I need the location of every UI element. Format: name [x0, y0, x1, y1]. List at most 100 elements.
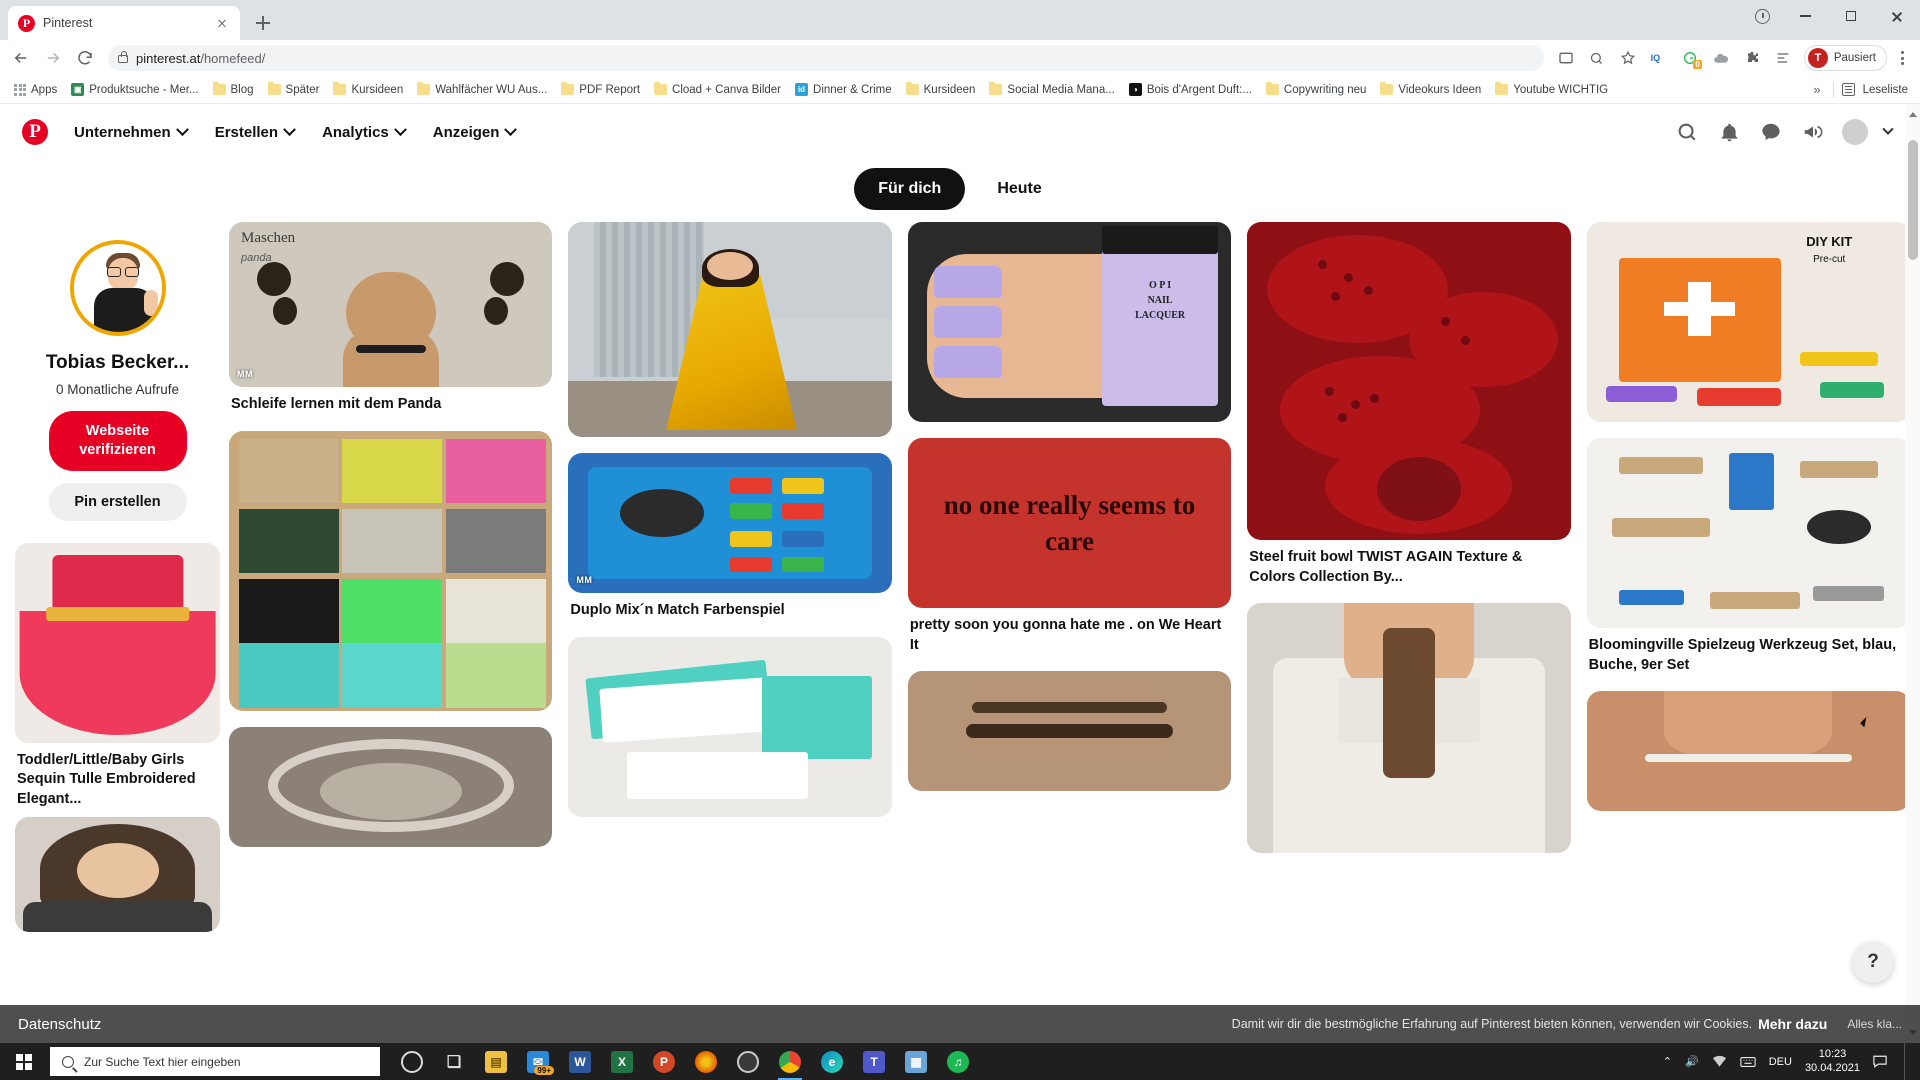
- avatar[interactable]: [1842, 119, 1868, 145]
- nav-unternehmen[interactable]: Unternehmen: [60, 116, 201, 149]
- maximize-button[interactable]: [1828, 0, 1874, 32]
- profile-chip[interactable]: T Pausiert: [1803, 45, 1887, 71]
- network-icon[interactable]: [1712, 1055, 1727, 1068]
- scrollbar-thumb[interactable]: [1908, 140, 1918, 260]
- pin-card[interactable]: [229, 430, 553, 711]
- pin-card[interactable]: MM Duplo Mix´n Match Farbenspiel: [568, 453, 892, 621]
- close-window-button[interactable]: [1874, 0, 1920, 32]
- cloud-extension-icon[interactable]: [1707, 44, 1735, 72]
- photos-icon[interactable]: ▦: [898, 1043, 934, 1080]
- pin-card[interactable]: DIY KIT Pre-cut: [1586, 222, 1911, 422]
- bookmark-item[interactable]: Blog: [207, 81, 260, 99]
- bookmark-item[interactable]: Wahlfächer WU Aus...: [411, 81, 553, 99]
- bookmark-item[interactable]: Copywriting neu: [1260, 81, 1372, 99]
- back-button[interactable]: [6, 43, 36, 73]
- pin-card[interactable]: [568, 222, 892, 437]
- address-bar[interactable]: pinterest.at/homefeed/: [108, 45, 1544, 71]
- bookmark-item[interactable]: ▣ Produktsuche - Mer...: [65, 80, 204, 99]
- pin-card[interactable]: [568, 636, 892, 817]
- chrome-menu-button[interactable]: [1890, 44, 1914, 72]
- excel-icon[interactable]: X: [604, 1043, 640, 1080]
- pin-card[interactable]: Toddler/Little/Baby Girls Sequin Tulle E…: [15, 542, 220, 810]
- word-icon[interactable]: W: [562, 1043, 598, 1080]
- minimize-button[interactable]: [1782, 0, 1828, 32]
- show-desktop-button[interactable]: [1904, 1043, 1910, 1080]
- nav-analytics[interactable]: Analytics: [308, 116, 419, 149]
- edge-icon[interactable]: e: [814, 1043, 850, 1080]
- nav-erstellen[interactable]: Erstellen: [201, 116, 308, 149]
- file-explorer-icon[interactable]: ▤: [478, 1043, 514, 1080]
- start-button[interactable]: [0, 1043, 48, 1080]
- notes-extension-icon[interactable]: [1769, 44, 1797, 72]
- bookmark-item[interactable]: ◑ Bois d'Argent Duft:...: [1123, 80, 1258, 99]
- pin-card[interactable]: Maschen panda MM Schleife lernen mit dem …: [229, 222, 553, 415]
- chat-icon[interactable]: [1758, 119, 1784, 145]
- pin-card[interactable]: [1247, 603, 1571, 854]
- cookie-accept-button[interactable]: Alles kla...: [1847, 1017, 1902, 1031]
- close-tab-icon[interactable]: [214, 15, 230, 31]
- bell-icon[interactable]: [1716, 119, 1742, 145]
- tray-expand-icon[interactable]: ⌃: [1663, 1055, 1672, 1068]
- pin-card[interactable]: O P I NAIL LACQUER: [907, 222, 1232, 422]
- mail-icon[interactable]: ✉ 99+: [520, 1043, 556, 1080]
- sway-icon[interactable]: [730, 1043, 766, 1080]
- bookmark-item[interactable]: Youtube WICHTIG: [1489, 81, 1614, 99]
- bookmark-item[interactable]: Kursideen: [327, 81, 409, 99]
- pin-card[interactable]: Bloomingville Spielzeug Werkzeug Set, bl…: [1586, 438, 1911, 675]
- pin-card[interactable]: no one really seems to care pretty soon …: [907, 438, 1232, 655]
- cookie-more-link[interactable]: Mehr dazu: [1758, 1016, 1827, 1032]
- tab-heute[interactable]: Heute: [973, 168, 1065, 210]
- create-pin-button[interactable]: Pin erstellen: [48, 482, 187, 521]
- bookmark-item[interactable]: Kursideen: [900, 81, 982, 99]
- install-app-icon[interactable]: [1552, 44, 1580, 72]
- chrome-icon[interactable]: [772, 1043, 808, 1080]
- powerpoint-icon[interactable]: P: [646, 1043, 682, 1080]
- clock[interactable]: 10:23 30.04.2021: [1805, 1048, 1860, 1076]
- reload-button[interactable]: [70, 43, 100, 73]
- taskbar-search-input[interactable]: Zur Suche Text hier eingeben: [50, 1047, 380, 1076]
- pin-card[interactable]: [15, 817, 220, 933]
- pinterest-logo-icon[interactable]: P: [22, 119, 48, 145]
- pin-card[interactable]: [1586, 691, 1911, 812]
- cortana-icon[interactable]: [394, 1043, 430, 1080]
- puzzle-extension-icon[interactable]: [1738, 44, 1766, 72]
- bookmark-item[interactable]: PDF Report: [555, 81, 646, 99]
- privacy-label[interactable]: Datenschutz: [18, 1016, 101, 1033]
- browser-tab[interactable]: P Pinterest: [8, 6, 240, 40]
- extension-circle-icon[interactable]: [1755, 9, 1770, 24]
- help-button[interactable]: ?: [1852, 941, 1894, 983]
- pin-card[interactable]: [229, 726, 553, 847]
- task-view-icon[interactable]: ❑: [436, 1043, 472, 1080]
- bookmark-item[interactable]: Social Media Mana...: [983, 81, 1120, 99]
- notifications-icon[interactable]: [1873, 1055, 1887, 1068]
- grammarly-extension-icon[interactable]: 0: [1676, 44, 1704, 72]
- page-scrollbar[interactable]: [1905, 104, 1920, 1043]
- pin-card[interactable]: [907, 671, 1232, 792]
- new-tab-button[interactable]: [246, 6, 280, 40]
- search-icon[interactable]: [1674, 119, 1700, 145]
- bookmark-item[interactable]: id Dinner & Crime: [789, 80, 898, 99]
- verify-website-button[interactable]: Webseite verifizieren: [48, 411, 187, 471]
- teams-icon[interactable]: T: [856, 1043, 892, 1080]
- spotify-icon[interactable]: ♫: [940, 1043, 976, 1080]
- bookmark-apps[interactable]: Apps: [8, 81, 63, 99]
- pin-card[interactable]: Steel fruit bowl TWIST AGAIN Texture & C…: [1247, 222, 1571, 587]
- profile-avatar[interactable]: [69, 240, 166, 336]
- bookmark-item[interactable]: Später: [262, 81, 326, 99]
- bookmark-item[interactable]: Videokurs Ideen: [1374, 81, 1487, 99]
- keyboard-icon[interactable]: [1740, 1056, 1756, 1068]
- bookmark-item[interactable]: Cload + Canva Bilder: [648, 81, 787, 99]
- forward-button[interactable]: [38, 43, 68, 73]
- megaphone-icon[interactable]: [1800, 119, 1826, 145]
- tab-fuer-dich[interactable]: Für dich: [854, 168, 966, 210]
- nav-anzeigen[interactable]: Anzeigen: [419, 116, 530, 149]
- reading-list-label[interactable]: Leseliste: [1863, 84, 1908, 96]
- bookmarks-overflow-button[interactable]: »: [1809, 82, 1824, 97]
- chevron-down-icon[interactable]: [1882, 123, 1894, 135]
- volume-icon[interactable]: 🔊: [1685, 1055, 1699, 1068]
- scroll-up-icon[interactable]: [1909, 112, 1917, 117]
- zoom-icon[interactable]: [1583, 44, 1611, 72]
- language-indicator[interactable]: DEU: [1769, 1056, 1792, 1068]
- bookmark-star-icon[interactable]: [1614, 44, 1642, 72]
- firefox-icon[interactable]: [688, 1043, 724, 1080]
